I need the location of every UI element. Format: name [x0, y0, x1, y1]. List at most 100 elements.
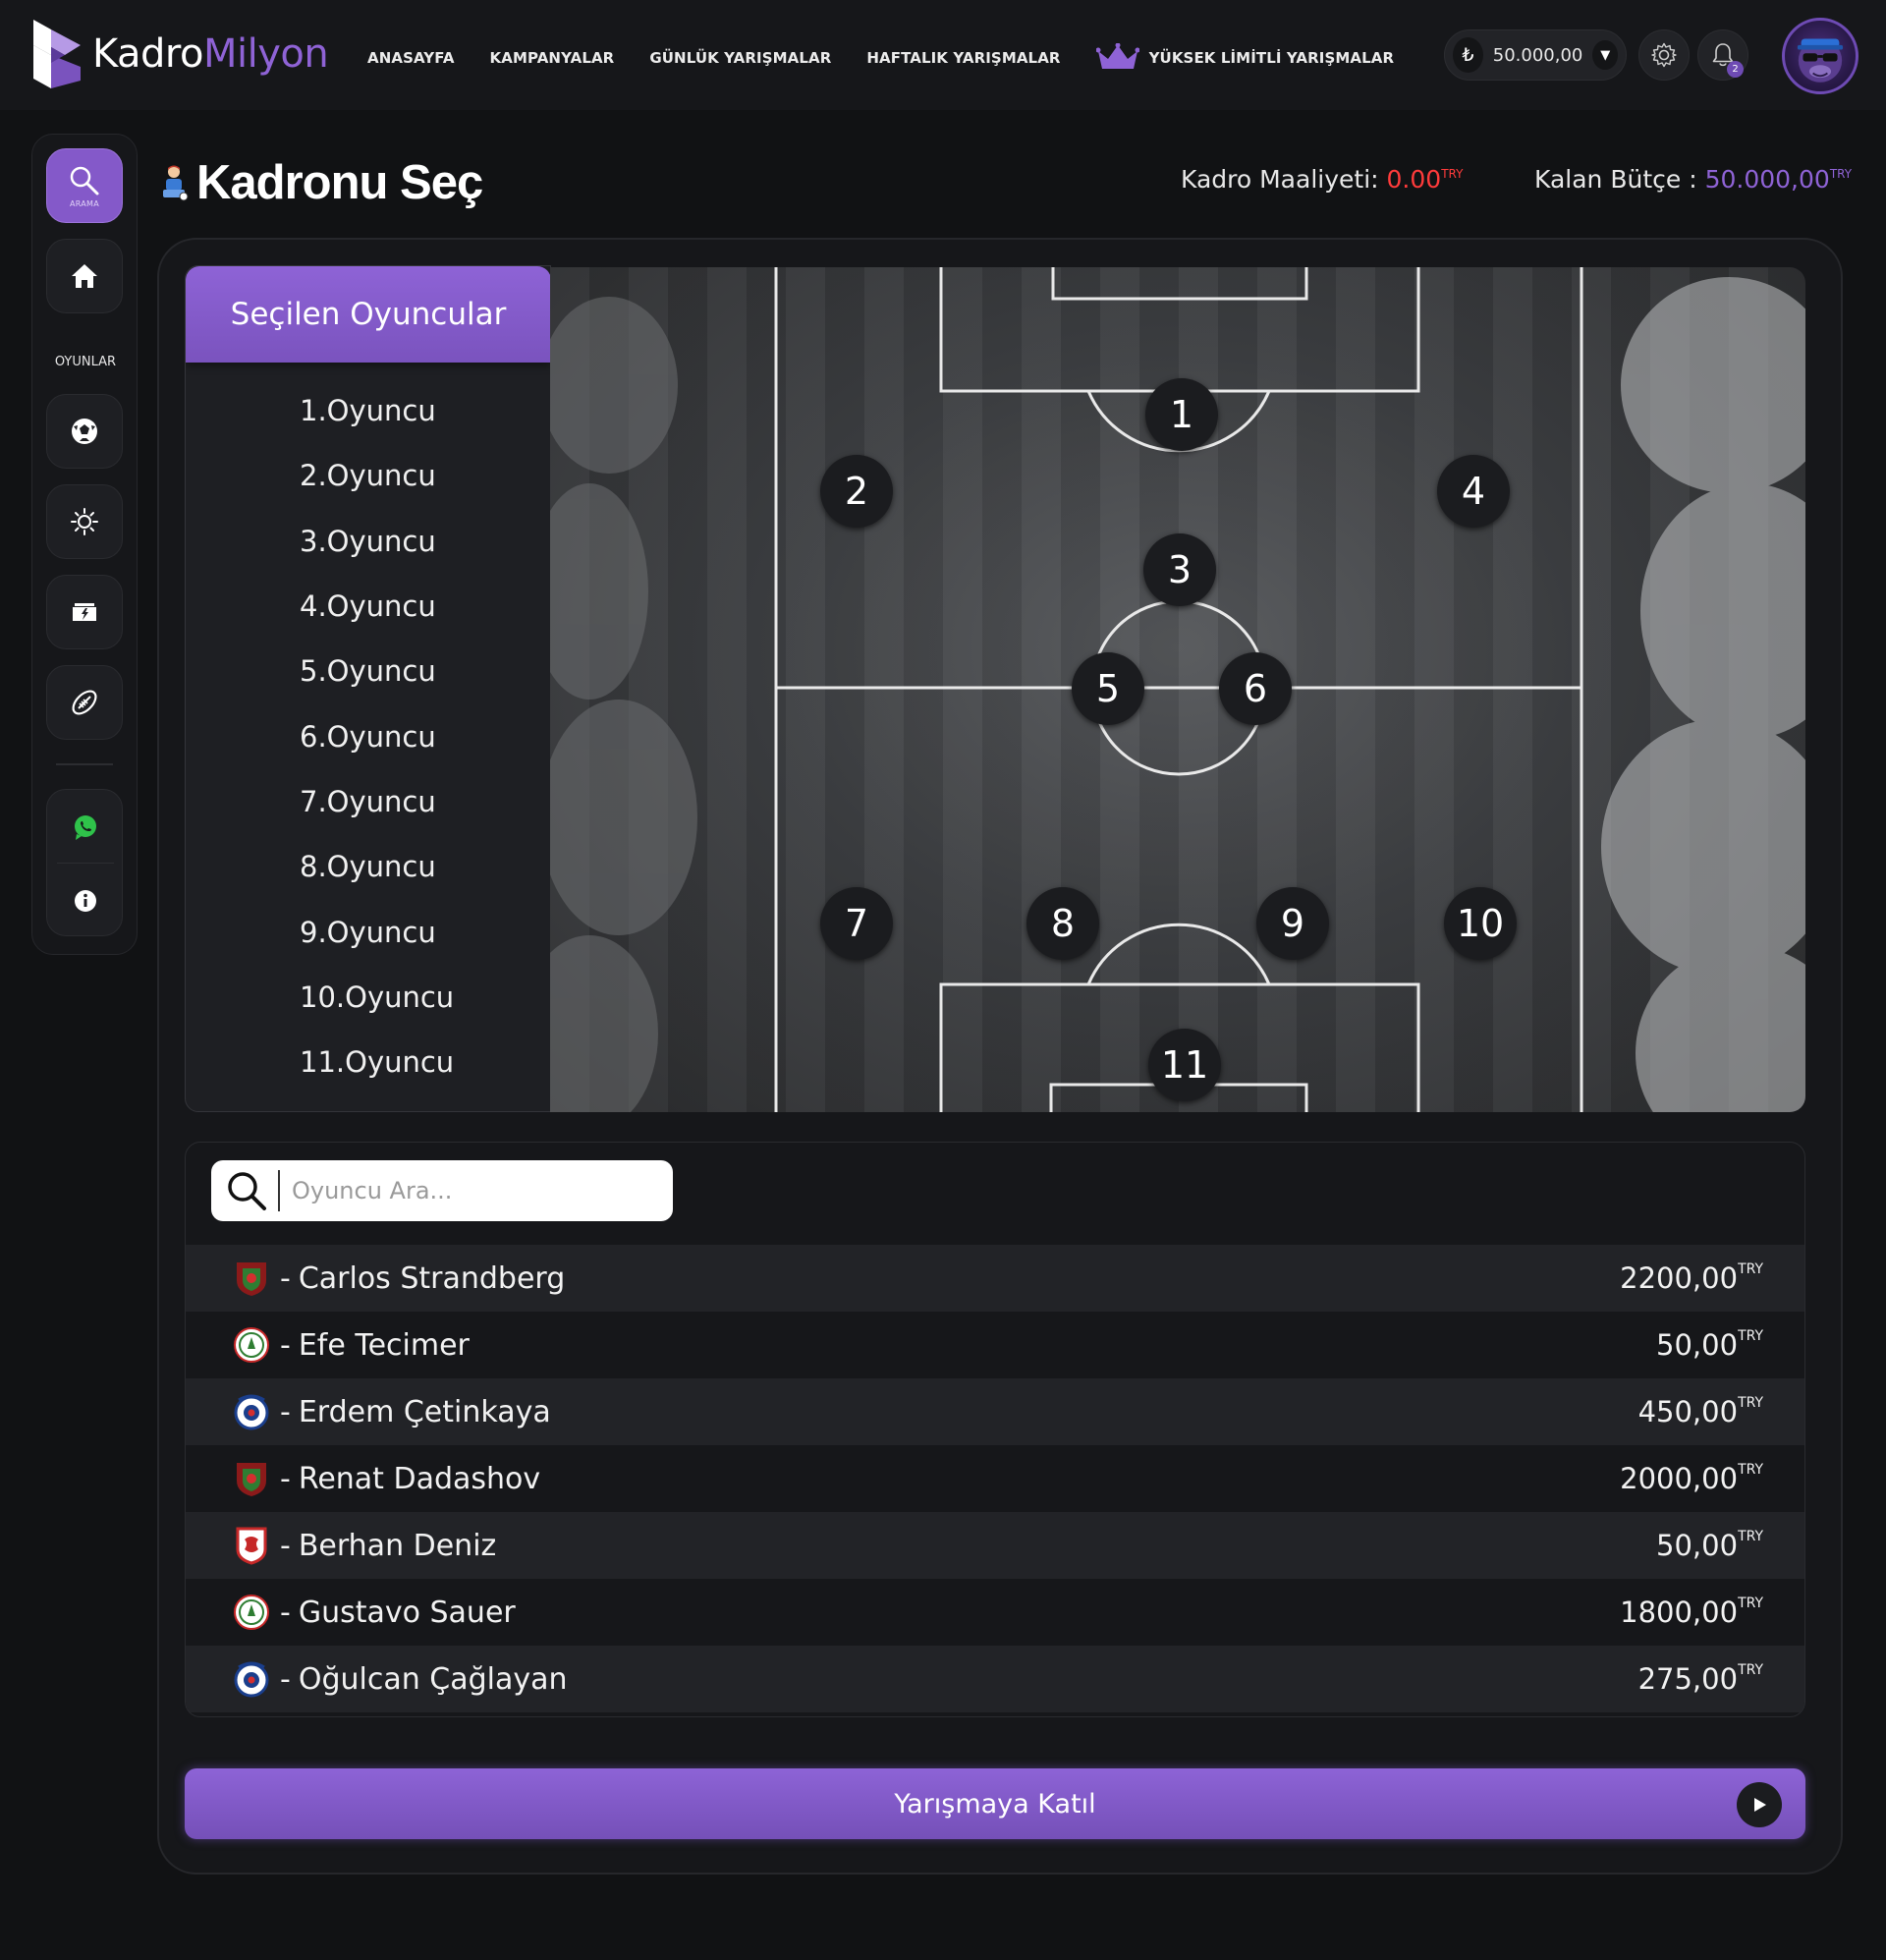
sidebar-info-button[interactable] [47, 864, 124, 937]
nav-high-limit-contests[interactable]: YÜKSEK LİMİTLİ YARIŞMALAR [1095, 43, 1395, 73]
player-search-input[interactable] [292, 1177, 645, 1204]
kasimpasa-crest-icon [233, 1659, 270, 1699]
nav-high-limit-label: YÜKSEK LİMİTLİ YARIŞMALAR [1148, 49, 1395, 67]
player-price-currency: TRY [1738, 1395, 1763, 1411]
selected-slot-5[interactable]: 5.Oyuncu [300, 654, 436, 688]
player-row[interactable]: - Berhan Deniz 50,00TRY [186, 1512, 1804, 1579]
selected-slot-1[interactable]: 1.Oyuncu [300, 394, 436, 427]
player-price: 50,00TRY [1656, 1328, 1763, 1362]
pitch-position-11[interactable]: 11 [1148, 1029, 1221, 1101]
pitch-position-10[interactable]: 10 [1444, 887, 1517, 960]
pitch-position-2[interactable]: 2 [820, 455, 893, 528]
row-dash: - [280, 1394, 291, 1429]
row-dash: - [280, 1595, 291, 1630]
player-row[interactable]: - Oğulcan Çağlayan 275,00TRY [186, 1646, 1804, 1712]
top-header: KadroMilyon ANASAYFA KAMPANYALAR GÜNLÜK … [0, 0, 1886, 110]
player-name: Berhan Deniz [298, 1528, 497, 1563]
info-icon [75, 889, 96, 912]
selected-slot-4[interactable]: 4.Oyuncu [300, 589, 436, 623]
pitch-position-6[interactable]: 6 [1219, 652, 1292, 725]
selected-players-header: Seçilen Oyuncular [186, 266, 550, 363]
row-dash: - [280, 1327, 291, 1363]
pitch-position-3[interactable]: 3 [1143, 533, 1216, 606]
nav-campaigns[interactable]: KAMPANYALAR [490, 49, 615, 67]
row-dash: - [280, 1260, 291, 1296]
football-pitch: 1 2 3 4 5 6 7 8 9 10 11 [550, 267, 1805, 1112]
whatsapp-icon [75, 814, 96, 840]
join-contest-button[interactable]: Yarışmaya Katıl [185, 1768, 1805, 1839]
player-price-currency: TRY [1738, 1662, 1763, 1678]
play-icon [1737, 1782, 1782, 1827]
sidebar-support-group [46, 789, 123, 936]
selected-players-list: Seçilen Oyuncular 1.Oyuncu 2.Oyuncu 3.Oy… [185, 265, 551, 1112]
sidebar-football-button[interactable] [46, 394, 123, 469]
player-row[interactable]: - Renat Dadashov 2000,00TRY [186, 1445, 1804, 1512]
selected-slot-7[interactable]: 7.Oyuncu [300, 785, 436, 818]
player-price: 50,00TRY [1656, 1529, 1763, 1562]
selected-slot-11[interactable]: 11.Oyuncu [300, 1045, 454, 1079]
nav-weekly-contests[interactable]: HAFTALIK YARIŞMALAR [866, 49, 1060, 67]
player-search[interactable] [211, 1160, 673, 1221]
squad-cost-currency: TRY [1441, 167, 1464, 181]
sidebar-sun-button[interactable] [46, 484, 123, 559]
pitch-position-9[interactable]: 9 [1256, 887, 1329, 960]
nav-home[interactable]: ANASAYFA [367, 49, 455, 67]
sidebar-search-button[interactable]: ARAMA [46, 148, 123, 223]
sidebar-rugby-button[interactable] [46, 665, 123, 740]
player-row[interactable]: - Gustavo Sauer 1800,00TRY [186, 1579, 1804, 1646]
lightning-board-icon [73, 603, 96, 621]
pitch-position-7[interactable]: 7 [820, 887, 893, 960]
player-row[interactable]: - Efe Tecimer 50,00TRY [186, 1312, 1804, 1378]
remaining-budget-value: 50.000,00 [1704, 165, 1830, 194]
pitch-position-4[interactable]: 4 [1437, 455, 1510, 528]
player-price-value: 275,00 [1637, 1662, 1739, 1696]
pitch-position-8[interactable]: 8 [1026, 887, 1099, 960]
sidebar-whatsapp-button[interactable] [47, 790, 124, 864]
sidebar-divider [56, 763, 113, 765]
search-divider [278, 1170, 280, 1211]
logo-text-accent: Milyon [202, 31, 329, 77]
samsunspor-crest-icon [233, 1526, 270, 1565]
sidebar-board-button[interactable] [46, 575, 123, 649]
player-name: Erdem Çetinkaya [298, 1394, 551, 1429]
row-dash: - [280, 1528, 291, 1563]
logo[interactable]: KadroMilyon [29, 16, 329, 92]
squad-cost-label: Kadro Maaliyeti: [1181, 165, 1379, 194]
squad-cost-value: 0.00 [1386, 165, 1442, 194]
main-nav: ANASAYFA KAMPANYALAR GÜNLÜK YARIŞMALAR H… [367, 43, 1429, 73]
nav-daily-contests[interactable]: GÜNLÜK YARIŞMALAR [649, 49, 831, 67]
selected-slot-3[interactable]: 3.Oyuncu [300, 525, 436, 558]
player-figure-icon [163, 165, 189, 201]
player-pool: - Carlos Strandberg 2200,00TRY - Efe Tec… [185, 1142, 1805, 1717]
pitch-position-5[interactable]: 5 [1072, 652, 1144, 725]
page-title: Kadronu Seç [157, 155, 483, 210]
notification-count-badge: 2 [1727, 61, 1744, 78]
rugby-ball-icon [72, 690, 97, 715]
pitch-position-1[interactable]: 1 [1145, 378, 1218, 451]
sidebar-search-label: ARAMA [69, 198, 100, 208]
player-price-currency: TRY [1738, 1261, 1763, 1277]
sidebar-home-button[interactable] [46, 239, 123, 313]
player-name: Oğulcan Çağlayan [298, 1661, 568, 1697]
balance-widget[interactable]: ₺ 50.000,00 ▼ [1444, 29, 1627, 81]
join-contest-label: Yarışmaya Katıl [894, 1788, 1096, 1820]
selected-slot-6[interactable]: 6.Oyuncu [300, 720, 436, 754]
player-price-value: 2000,00 [1620, 1462, 1739, 1495]
selected-slot-8[interactable]: 8.Oyuncu [300, 850, 436, 883]
notifications-button[interactable]: 2 [1697, 29, 1748, 81]
player-row[interactable]: - Carlos Strandberg 2200,00TRY [186, 1245, 1804, 1312]
player-price-value: 2200,00 [1620, 1261, 1739, 1295]
player-row[interactable]: - Erdem Çetinkaya 450,00TRY [186, 1378, 1804, 1445]
settings-button[interactable] [1638, 29, 1690, 81]
selected-slot-10[interactable]: 10.Oyuncu [300, 980, 454, 1014]
selected-slot-2[interactable]: 2.Oyuncu [300, 459, 436, 492]
logo-mark-icon [33, 20, 81, 88]
player-price: 1800,00TRY [1620, 1596, 1763, 1629]
football-icon [72, 419, 97, 444]
selected-slot-9[interactable]: 9.Oyuncu [300, 916, 436, 949]
player-price-currency: TRY [1738, 1462, 1763, 1478]
balance-dropdown-icon[interactable]: ▼ [1592, 40, 1618, 70]
avatar[interactable] [1782, 18, 1858, 94]
player-price-value: 50,00 [1656, 1328, 1739, 1362]
player-price-value: 1800,00 [1620, 1596, 1739, 1629]
